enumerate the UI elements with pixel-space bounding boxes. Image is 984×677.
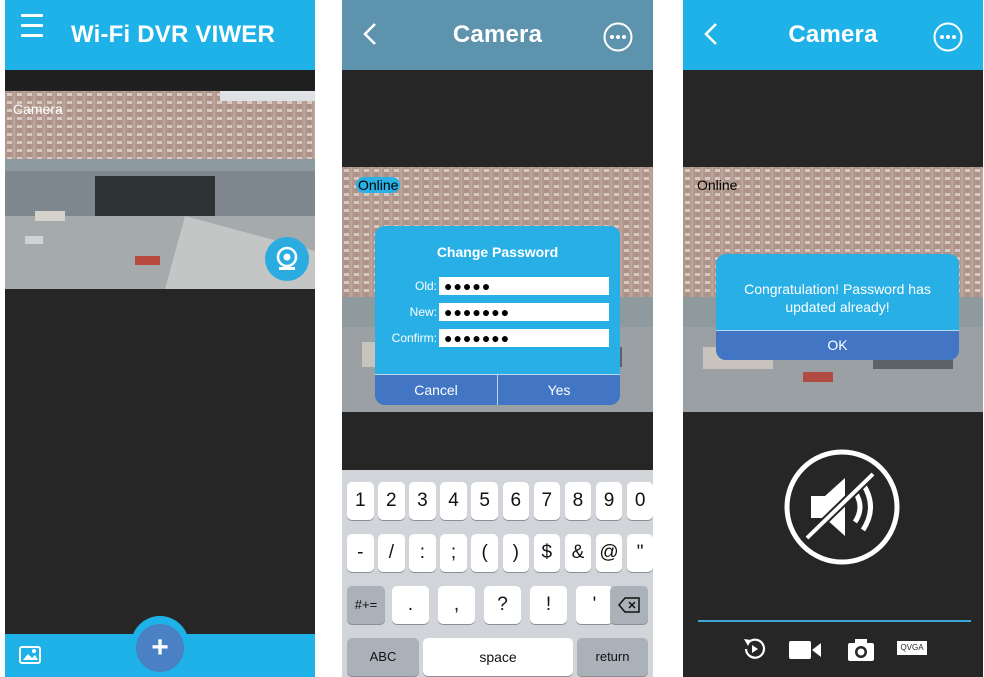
key-symbol[interactable]: & <box>564 534 592 572</box>
old-password-label: Old: <box>414 279 437 293</box>
key-4[interactable]: 4 <box>440 482 467 520</box>
key-symbol[interactable]: @ <box>595 534 623 572</box>
record-video-icon[interactable] <box>788 638 822 662</box>
success-message: Congratulation! Password has updated alr… <box>744 281 931 315</box>
key-punctuation[interactable]: ' <box>576 586 613 624</box>
app-title: Wi-Fi DVR VIWER <box>70 21 276 48</box>
more-symbols-key[interactable]: #+= <box>347 586 385 624</box>
dialog-title: Change Password <box>436 244 559 260</box>
key-symbol[interactable]: " <box>626 534 653 572</box>
confirm-password-label: Confirm: <box>391 331 437 345</box>
replay-icon[interactable] <box>740 636 768 662</box>
camera-header: Camera <box>342 0 653 70</box>
status-badge: Online <box>356 177 401 193</box>
old-password-field[interactable]: ●●●●● <box>439 277 609 295</box>
key-7[interactable]: 7 <box>533 482 561 520</box>
key-symbol[interactable]: $ <box>533 534 561 572</box>
numeric-keyboard: 1 2 3 4 5 6 7 8 9 0 - /:;() $ & @ " #+=.,?! ' ABC space retu… <box>342 470 653 677</box>
back-icon[interactable] <box>362 22 378 46</box>
webcam-button[interactable] <box>265 237 309 281</box>
key-1[interactable]: 1 <box>347 482 374 520</box>
dialog-buttons: Cancel Yes <box>375 374 620 405</box>
new-password-field[interactable]: ●●●●●●● <box>439 303 609 321</box>
snapshot-camera-icon[interactable] <box>847 638 875 662</box>
camera-tile[interactable]: Camera <box>5 91 315 289</box>
change-password-screen: Camera Online Change Password Old: ●●●●●… <box>342 0 653 677</box>
webcam-icon <box>276 246 298 270</box>
key-punctuation[interactable]: ? <box>484 586 521 624</box>
key-6[interactable]: 6 <box>502 482 529 520</box>
key-3[interactable]: 3 <box>409 482 436 520</box>
more-options-icon[interactable] <box>933 22 963 52</box>
device-list-screen: Wi-Fi DVR VIWER Camera + <box>5 0 315 677</box>
gallery-icon[interactable] <box>19 646 41 664</box>
more-options-icon[interactable] <box>603 22 633 52</box>
key-0[interactable]: 0 <box>626 482 653 520</box>
yes-button[interactable]: Yes <box>497 375 620 405</box>
cancel-button[interactable]: Cancel <box>375 375 497 405</box>
menu-icon[interactable] <box>21 14 45 50</box>
status-label: Online <box>697 177 738 193</box>
mute-speaker-icon[interactable] <box>783 448 901 566</box>
backspace-icon <box>618 597 640 613</box>
key-5[interactable]: 5 <box>471 482 498 520</box>
app-header: Wi-Fi DVR VIWER <box>5 0 315 70</box>
abc-key[interactable]: ABC <box>347 638 419 676</box>
page-title: Camera <box>452 21 543 48</box>
password-updated-screen: Camera Online Congratulation! Password h… <box>683 0 983 677</box>
key-9[interactable]: 9 <box>595 482 623 520</box>
key-symbol[interactable]: - <box>347 534 374 572</box>
return-key[interactable]: return <box>577 638 648 676</box>
key-symbol[interactable]: : <box>409 534 436 572</box>
camera-name-label: Camera <box>13 101 63 117</box>
key-2[interactable]: 2 <box>378 482 405 520</box>
change-password-dialog: Change Password Old: ●●●●● New: ●●●●●●● … <box>375 226 620 405</box>
key-punctuation[interactable]: . <box>392 586 429 624</box>
space-key[interactable]: space <box>423 638 573 676</box>
key-8[interactable]: 8 <box>564 482 592 520</box>
quality-toggle[interactable]: QVGA <box>897 641 927 655</box>
key-symbol[interactable]: ) <box>502 534 529 572</box>
add-device-button[interactable]: + <box>136 624 184 672</box>
camera-header: Camera <box>683 0 983 70</box>
success-dialog: Congratulation! Password has updated alr… <box>716 254 959 360</box>
header-spacer <box>5 70 315 90</box>
confirm-password-field[interactable]: ●●●●●●● <box>439 329 609 347</box>
key-punctuation[interactable]: ! <box>530 586 567 624</box>
page-title: Camera <box>788 21 878 48</box>
ok-button[interactable]: OK <box>716 330 959 360</box>
key-symbol[interactable]: / <box>378 534 405 572</box>
new-password-label: New: <box>409 305 437 319</box>
key-symbol[interactable]: ( <box>471 534 498 572</box>
back-icon[interactable] <box>703 22 719 46</box>
key-punctuation[interactable]: , <box>438 586 475 624</box>
delete-key[interactable] <box>610 586 648 624</box>
divider <box>698 620 971 622</box>
key-symbol[interactable]: ; <box>440 534 467 572</box>
